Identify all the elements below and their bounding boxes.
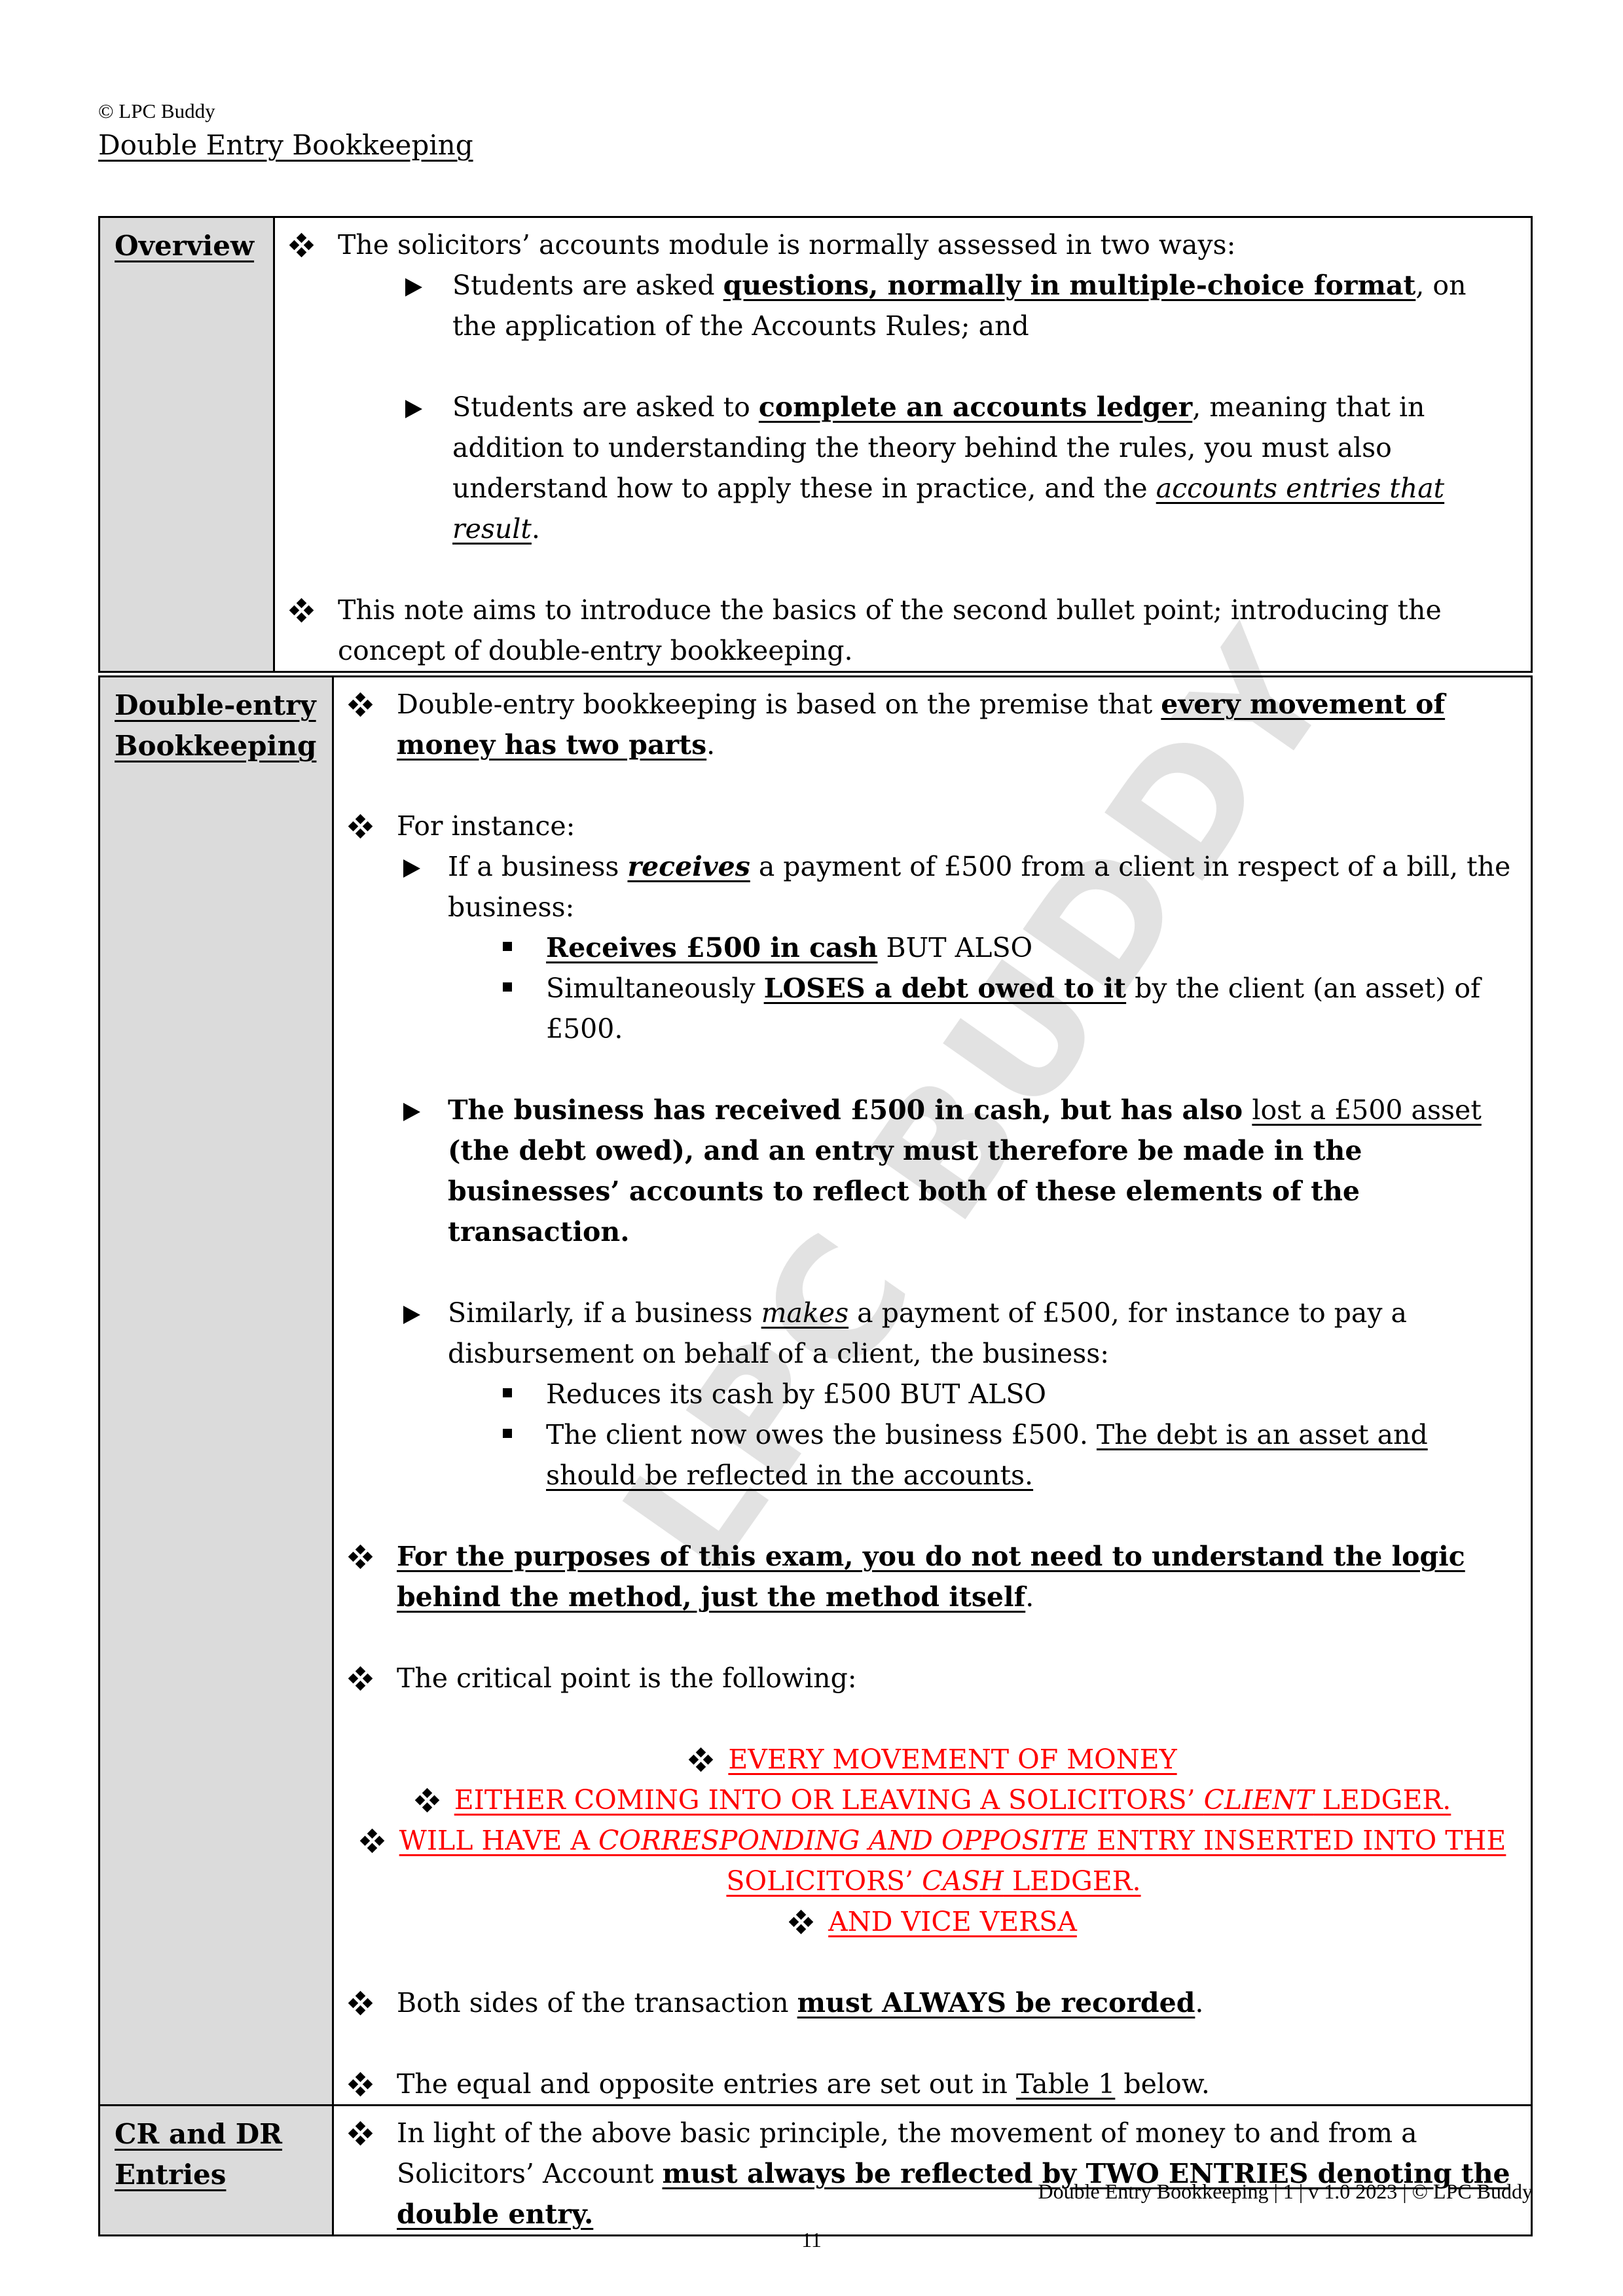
double-entry-label-cell: Double-entry Bookkeeping — [98, 675, 334, 2106]
list-item: Similarly, if a business makes a payment… — [350, 1293, 1518, 1374]
diamond-bullet-icon — [689, 1747, 714, 1772]
list-item: Students are asked to complete an accoun… — [291, 387, 1518, 549]
diamond-bullet-icon — [348, 1536, 389, 1577]
copyright-notice: © LPC Buddy — [98, 99, 215, 122]
critical-line: AND VICE VERSA — [350, 1901, 1518, 1942]
diamond-bullet-icon — [359, 1828, 384, 1854]
critical-line: EVERY MOVEMENT OF MONEY — [350, 1739, 1518, 1780]
document-title: Double Entry Bookkeeping — [98, 129, 473, 161]
list-item: For instance: — [348, 806, 1518, 846]
cr-dr-content-cell: In light of the above basic principle, t… — [332, 2104, 1533, 2236]
list-item: The equal and opposite entries are set o… — [348, 2064, 1518, 2104]
diamond-bullet-icon — [788, 1909, 814, 1935]
list-item: In light of the above basic principle, t… — [348, 2113, 1518, 2234]
arrow-bullet-icon — [405, 387, 422, 427]
table-1-reference-link[interactable]: Table 1 — [1016, 2068, 1115, 2100]
critical-line: EITHER COMING INTO OR LEAVING A SOLICITO… — [350, 1780, 1518, 1820]
double-entry-label: Double-entry — [115, 689, 316, 721]
overview-label-cell: Overview — [98, 216, 275, 673]
square-bullet-icon — [503, 968, 512, 1009]
double-entry-row: Double-entry Bookkeeping Double-entry bo… — [98, 675, 1533, 2106]
critical-line: WILL HAVE A CORRESPONDING AND OPPOSITE E… — [350, 1820, 1518, 1861]
cr-dr-label-2: Entries — [115, 2159, 227, 2191]
list-item: The business has received £500 in cash, … — [350, 1090, 1518, 1252]
arrow-bullet-icon — [405, 265, 422, 306]
cr-dr-label-cell: CR and DR Entries — [98, 2104, 334, 2236]
overview-label: Overview — [115, 230, 255, 262]
diamond-bullet-icon — [289, 590, 330, 630]
double-entry-label-2: Bookkeeping — [115, 730, 317, 762]
square-bullet-icon — [503, 1374, 512, 1414]
list-item: Double-entry bookkeeping is based on the… — [348, 684, 1518, 765]
list-item: The critical point is the following: — [348, 1658, 1518, 1698]
arrow-bullet-icon — [403, 1293, 420, 1333]
double-entry-table: Double-entry Bookkeeping Double-entry bo… — [98, 675, 1533, 2236]
overview-row: Overview The solicitors’ accounts module… — [98, 216, 1533, 673]
double-entry-content-cell: Double-entry bookkeeping is based on the… — [332, 675, 1533, 2106]
arrow-bullet-icon — [403, 1090, 420, 1130]
diamond-bullet-icon — [414, 1787, 439, 1813]
diamond-bullet-icon — [348, 2113, 389, 2153]
diamond-bullet-icon — [348, 684, 389, 725]
square-bullet-icon — [503, 1414, 512, 1455]
diamond-bullet-icon — [348, 1658, 389, 1698]
diamond-bullet-icon — [348, 1982, 389, 2023]
square-bullet-icon — [503, 927, 512, 968]
list-item: The client now owes the business £500. T… — [350, 1414, 1518, 1496]
critical-point-block: EVERY MOVEMENT OF MONEY EITHER COMING IN… — [350, 1739, 1518, 1942]
list-item: If a business receives a payment of £500… — [350, 846, 1518, 927]
list-item: Students are asked questions, normally i… — [291, 265, 1518, 346]
list-item: Receives £500 in cash BUT ALSO — [350, 927, 1518, 968]
overview-content-cell: The solicitors’ accounts module is norma… — [273, 216, 1533, 673]
page-header: © LPC Buddy Double Entry Bookkeeping — [98, 98, 473, 165]
list-item: This note aims to introduce the basics o… — [289, 590, 1518, 671]
diamond-bullet-icon — [348, 2064, 389, 2104]
diamond-bullet-icon — [348, 806, 389, 846]
arrow-bullet-icon — [403, 846, 420, 887]
diamond-bullet-icon — [289, 224, 330, 265]
list-item: Simultaneously LOSES a debt owed to it b… — [350, 968, 1518, 1049]
list-item: Both sides of the transaction must ALWAY… — [348, 1982, 1518, 2023]
list-item: The solicitors’ accounts module is norma… — [289, 224, 1518, 265]
cr-dr-row: CR and DR Entries In light of the above … — [98, 2104, 1533, 2236]
critical-line: SOLICITORS’ CASH LEDGER. — [726, 1865, 1141, 1897]
overview-table: Overview The solicitors’ accounts module… — [98, 216, 1533, 673]
cr-dr-label: CR and DR — [115, 2118, 283, 2150]
list-item: For the purposes of this exam, you do no… — [348, 1536, 1518, 1617]
list-item: Reduces its cash by £500 BUT ALSO — [350, 1374, 1518, 1414]
